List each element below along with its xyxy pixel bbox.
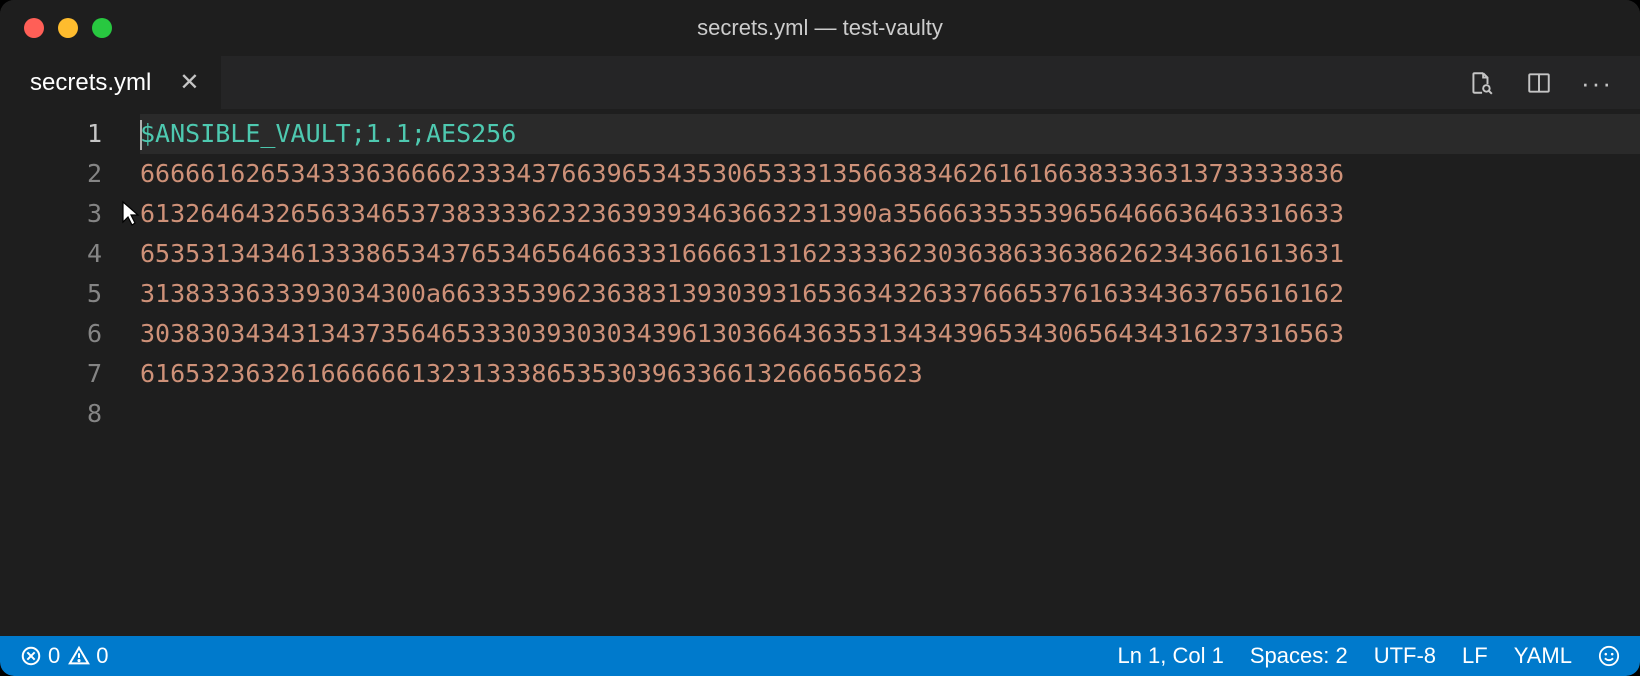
status-cursor-position[interactable]: Ln 1, Col 1 bbox=[1117, 643, 1223, 669]
code-line[interactable] bbox=[140, 394, 1640, 434]
line-number: 3 bbox=[0, 194, 102, 234]
line-number: 7 bbox=[0, 354, 102, 394]
status-warnings[interactable]: 0 bbox=[68, 643, 108, 669]
find-file-icon[interactable] bbox=[1466, 68, 1496, 98]
window-close-button[interactable] bbox=[24, 18, 44, 38]
window-maximize-button[interactable] bbox=[92, 18, 112, 38]
window-minimize-button[interactable] bbox=[58, 18, 78, 38]
line-number: 4 bbox=[0, 234, 102, 274]
code-line[interactable]: 3038303434313437356465333039303034396130… bbox=[140, 314, 1640, 354]
smile-icon bbox=[1598, 645, 1620, 667]
line-number-gutter: 12345678 bbox=[0, 114, 140, 636]
tab-actions: ··· bbox=[1466, 56, 1640, 109]
code-line[interactable]: $ANSIBLE_VAULT;1.1;AES256 bbox=[140, 114, 1640, 154]
split-editor-icon[interactable] bbox=[1524, 68, 1554, 98]
line-number: 6 bbox=[0, 314, 102, 354]
status-encoding[interactable]: UTF-8 bbox=[1374, 643, 1436, 669]
code-line[interactable]: 6666616265343336366662333437663965343530… bbox=[140, 154, 1640, 194]
code-line[interactable]: 6535313434613338653437653465646633316666… bbox=[140, 234, 1640, 274]
status-feedback-icon[interactable] bbox=[1598, 645, 1620, 667]
code-token: $ANSIBLE_VAULT;1.1;AES256 bbox=[140, 119, 516, 148]
tab-secrets-yml[interactable]: secrets.yml ✕ bbox=[0, 56, 221, 109]
code-token: 6165323632616666661323133386535303963366… bbox=[140, 359, 923, 388]
code-content[interactable]: $ANSIBLE_VAULT;1.1;AES256 666661626534333… bbox=[140, 114, 1640, 636]
code-token: 6132646432656334653738333362323639393463… bbox=[140, 199, 1344, 228]
error-icon bbox=[20, 645, 42, 667]
status-eol[interactable]: LF bbox=[1462, 643, 1488, 669]
tab-bar: secrets.yml ✕ ··· bbox=[0, 56, 1640, 110]
editor-window: secrets.yml — test-vaulty secrets.yml ✕ bbox=[0, 0, 1640, 676]
close-icon[interactable]: ✕ bbox=[179, 71, 199, 95]
status-language[interactable]: YAML bbox=[1514, 643, 1572, 669]
titlebar: secrets.yml — test-vaulty bbox=[0, 0, 1640, 56]
line-number: 5 bbox=[0, 274, 102, 314]
code-editor[interactable]: 12345678 $ANSIBLE_VAULT;1.1;AES256 666661… bbox=[0, 110, 1640, 636]
tab-label: secrets.yml bbox=[30, 69, 151, 97]
warning-icon bbox=[68, 645, 90, 667]
status-errors[interactable]: 0 bbox=[20, 643, 60, 669]
code-token: 6535313434613338653437653465646633316666… bbox=[140, 239, 1344, 268]
code-line[interactable]: 3138333633393034300a66333539623638313930… bbox=[140, 274, 1640, 314]
line-number: 2 bbox=[0, 154, 102, 194]
line-number: 8 bbox=[0, 394, 102, 434]
window-title: secrets.yml — test-vaulty bbox=[0, 15, 1640, 41]
status-bar: 0 0 Ln 1, Col 1 Spaces: 2 UTF-8 LF YAML bbox=[0, 636, 1640, 676]
error-count: 0 bbox=[48, 643, 60, 669]
code-token: 3038303434313437356465333039303034396130… bbox=[140, 319, 1344, 348]
more-actions-icon[interactable]: ··· bbox=[1582, 68, 1612, 98]
code-token: 3138333633393034300a66333539623638313930… bbox=[140, 279, 1344, 308]
code-token: 6666616265343336366662333437663965343530… bbox=[140, 159, 1344, 188]
warning-count: 0 bbox=[96, 643, 108, 669]
code-line[interactable]: 6165323632616666661323133386535303963366… bbox=[140, 354, 1640, 394]
status-indentation[interactable]: Spaces: 2 bbox=[1250, 643, 1348, 669]
traffic-lights bbox=[0, 18, 112, 38]
code-line[interactable]: 6132646432656334653738333362323639393463… bbox=[140, 194, 1640, 234]
line-number: 1 bbox=[0, 114, 102, 154]
